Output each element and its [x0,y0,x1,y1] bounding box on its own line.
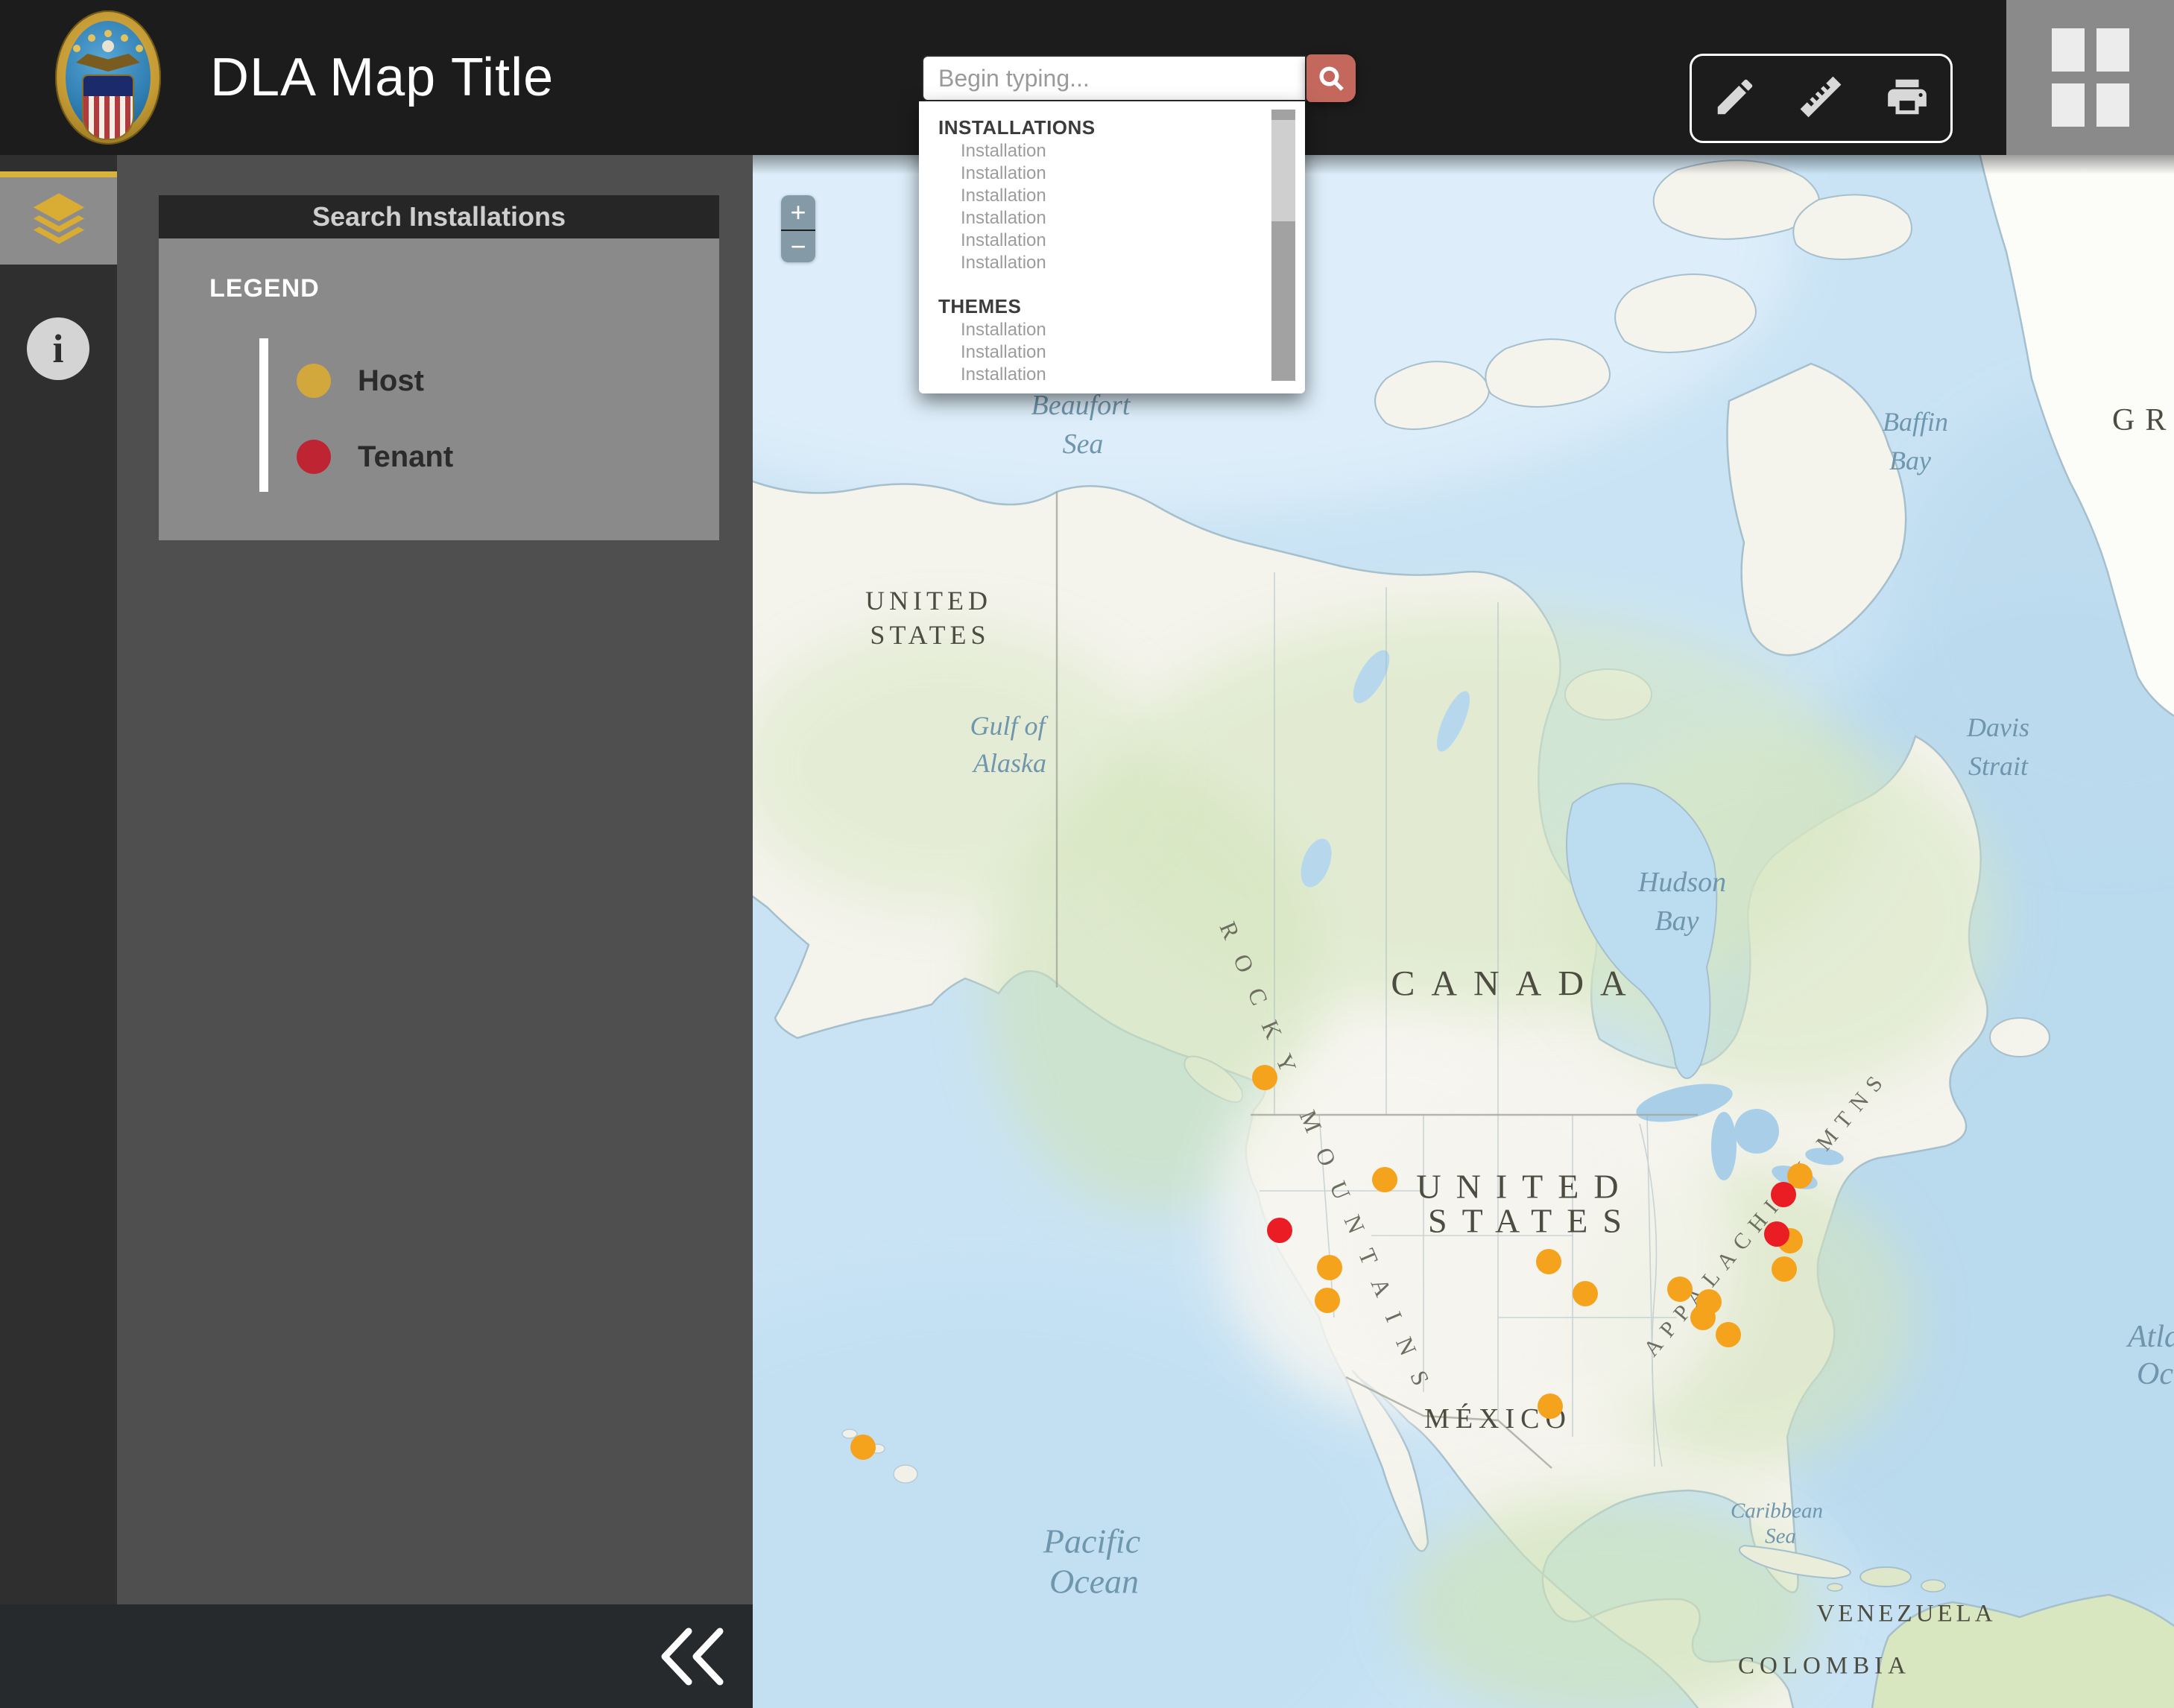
host-marker[interactable] [1772,1256,1797,1282]
suggestion-group-heading: THEMES [938,294,1271,319]
search-installations-card: Search Installations LEGEND Host Tenant [159,195,719,540]
print-icon[interactable] [1884,74,1930,124]
suggestion-item[interactable]: Installation [938,230,1271,252]
tenant-marker[interactable] [1771,1182,1796,1207]
host-marker[interactable] [1536,1249,1561,1274]
host-marker[interactable] [1690,1305,1716,1330]
layers-icon [26,191,92,252]
sidebar-item-layers[interactable] [0,171,117,265]
host-swatch [297,364,331,398]
shield-icon [83,76,133,139]
measure-ruler-icon[interactable] [1798,74,1844,124]
collapse-panel-button[interactable] [656,1625,738,1688]
zoom-control: + − [781,195,815,262]
grid-icon [2052,28,2129,127]
host-marker[interactable] [1667,1277,1693,1302]
info-icon: i [52,326,63,372]
suggestion-list: INSTALLATIONSInstallationInstallationIns… [919,101,1271,393]
host-marker[interactable] [1538,1394,1563,1419]
tenant-marker[interactable] [1267,1218,1292,1243]
sidebar: i [0,155,117,1604]
suggestion-item[interactable]: Installation [938,341,1271,364]
page-title: DLA Map Title [210,47,554,108]
legend-heading: LEGEND [209,274,320,303]
dropdown-scrollbar[interactable] [1271,110,1295,381]
legend-label: Host [358,364,424,398]
zoom-in-button[interactable]: + [781,195,815,230]
suggestion-item[interactable]: Installation [938,140,1271,162]
search-button[interactable] [1306,54,1356,102]
suggestion-item[interactable]: Installation [938,252,1271,274]
search-input[interactable] [922,55,1306,101]
suggestion-item[interactable]: Installation [938,364,1271,386]
suggestion-item[interactable]: Installation [938,185,1271,207]
double-chevron-left-icon [656,1625,738,1688]
legend-item-host: Host [297,364,424,398]
legend-item-tenant: Tenant [297,440,453,474]
card-header: Search Installations [159,195,719,238]
host-marker[interactable] [1716,1322,1741,1347]
left-panel: Search Installations LEGEND Host Tenant [117,155,753,1604]
legend-label: Tenant [358,440,453,474]
suggestion-item[interactable]: Installation [938,207,1271,230]
host-marker[interactable] [1315,1288,1340,1313]
card-body: LEGEND Host Tenant [159,238,719,540]
map-toolbar [1690,54,1953,143]
dropdown-scrollbar-thumb[interactable] [1271,120,1295,221]
panel-footer [0,1604,753,1708]
legend-bar [259,338,268,492]
host-marker[interactable] [1317,1255,1342,1280]
suggestion-item[interactable]: Installation [938,319,1271,341]
zoom-out-button[interactable]: − [781,230,815,262]
draw-pencil-icon[interactable] [1712,74,1758,124]
host-marker[interactable] [850,1435,876,1460]
tenant-marker[interactable] [1764,1221,1789,1247]
host-marker[interactable] [1573,1281,1598,1306]
search-icon [1316,63,1346,93]
tenant-swatch [297,440,331,474]
host-marker[interactable] [1252,1065,1277,1090]
card-title: Search Installations [312,201,566,233]
dla-logo [55,10,161,145]
sidebar-item-info[interactable]: i [27,317,89,380]
suggestion-group-heading: INSTALLATIONS [938,115,1271,140]
search-suggestions-dropdown: INSTALLATIONSInstallationInstallationIns… [919,101,1305,393]
app-grid-button[interactable] [2006,0,2174,155]
suggestion-item[interactable]: Installation [938,162,1271,185]
host-marker[interactable] [1372,1167,1397,1192]
